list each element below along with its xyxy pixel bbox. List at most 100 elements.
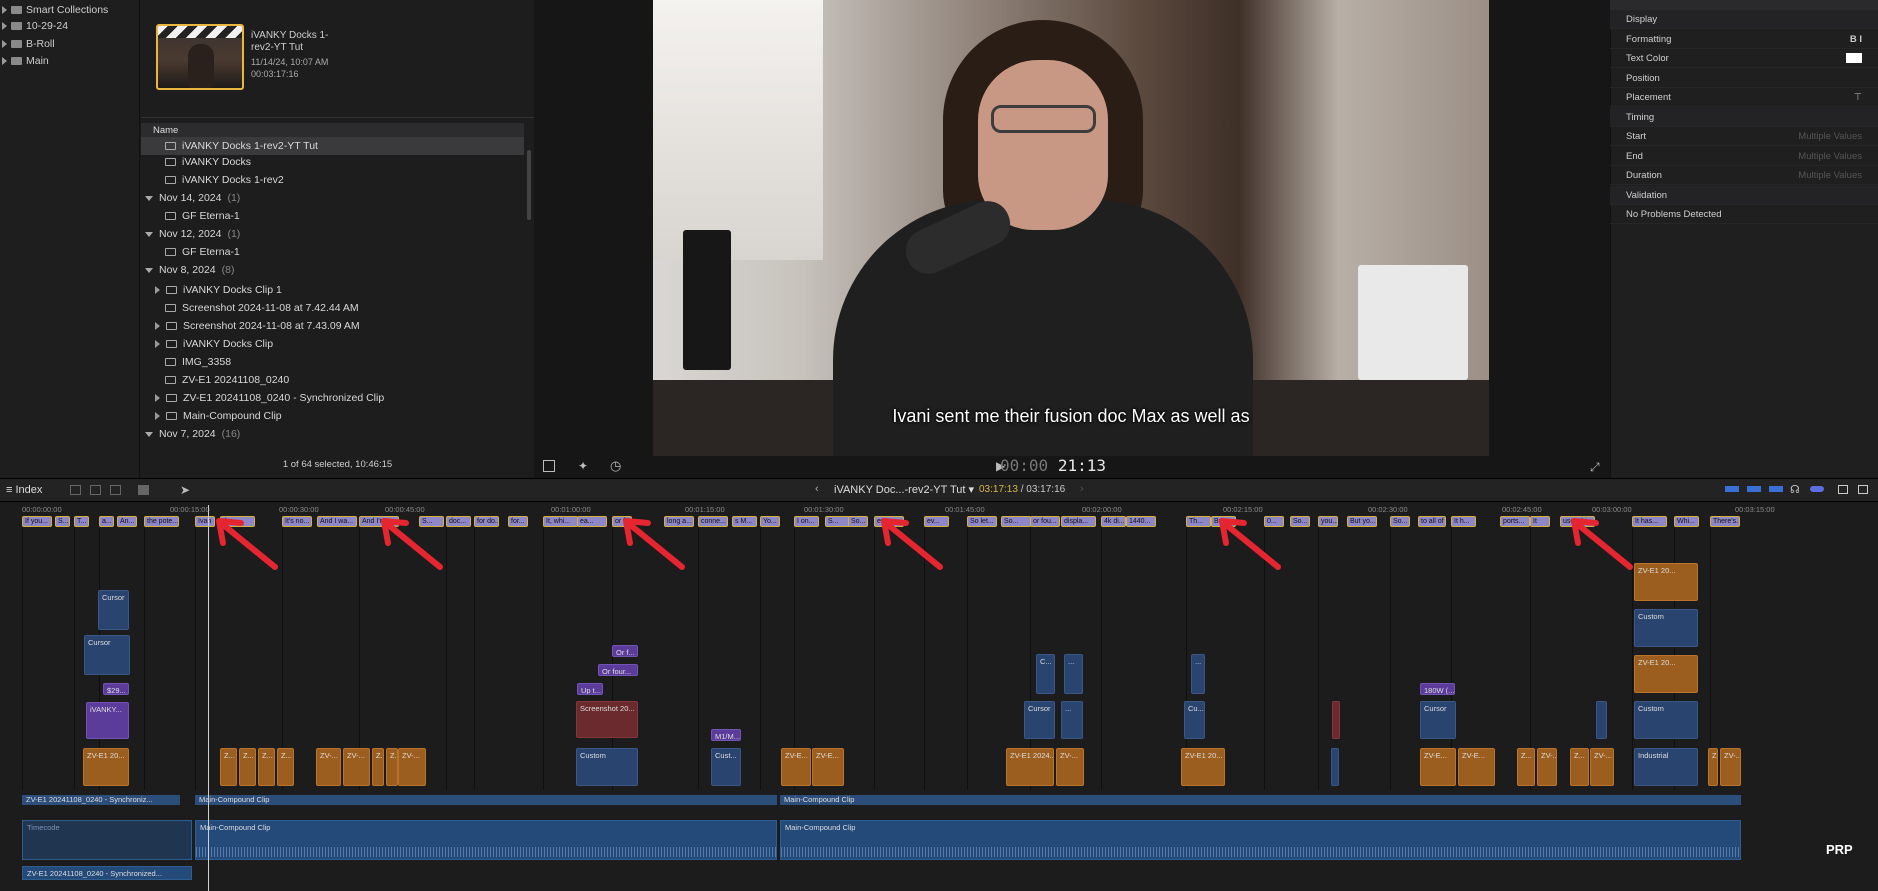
disclosure-triangle-icon[interactable]: [155, 286, 160, 294]
transform-icon[interactable]: [543, 460, 555, 472]
placement-icon[interactable]: ⊤: [1854, 92, 1862, 103]
caption-clip[interactable]: So let...: [967, 516, 997, 527]
caption-clip[interactable]: I on...: [794, 516, 819, 527]
caption-clip[interactable]: There's...: [1710, 516, 1740, 527]
video-clip[interactable]: ZV-...: [316, 748, 341, 786]
viewer-timecode[interactable]: 00:00 21:13: [1000, 456, 1106, 475]
project-title[interactable]: iVANKY Doc...-rev2-YT Tut ▾: [834, 483, 974, 496]
inspector-value[interactable]: Multiple Values: [1798, 151, 1862, 162]
list-item[interactable]: iVANKY Docks 1-rev2: [141, 171, 524, 189]
caption-clip[interactable]: ea...: [577, 516, 607, 527]
caption-clip[interactable]: for...: [508, 516, 528, 527]
title-clip[interactable]: ...: [1191, 654, 1205, 694]
caption-clip[interactable]: S...: [55, 516, 70, 527]
audio-clip[interactable]: Main-Compound Clip: [780, 820, 1741, 860]
caption-clip[interactable]: Ivan: [195, 516, 215, 527]
caption-clip[interactable]: So...: [1290, 516, 1310, 527]
caption-clip[interactable]: conne...: [698, 516, 728, 527]
title-clip[interactable]: Cursor: [98, 590, 129, 630]
disclosure-triangle-icon[interactable]: [155, 340, 160, 348]
list-item[interactable]: IMG_3358: [141, 353, 524, 371]
index-button[interactable]: ≡ Index: [6, 484, 42, 496]
caption-clip[interactable]: 1440...: [1126, 516, 1156, 527]
list-item[interactable]: ZV-E1 20241108_0240 - Synchronized Clip: [141, 389, 524, 407]
bold-italic-buttons[interactable]: B I: [1850, 34, 1862, 45]
video-clip[interactable]: Z...: [220, 748, 237, 786]
effects-browser-icon[interactable]: [1858, 485, 1868, 494]
caption-clip[interactable]: ports...: [1500, 516, 1530, 527]
clip-overwrite-icon[interactable]: [110, 485, 121, 495]
inspector-timing[interactable]: Timing: [1610, 108, 1878, 127]
forward-icon[interactable]: ›: [1080, 483, 1084, 495]
disclosure-triangle-icon[interactable]: [2, 6, 7, 14]
title-clip[interactable]: $29...: [103, 683, 129, 695]
title-clip[interactable]: Or four...: [598, 664, 638, 676]
title-clip[interactable]: ...: [1064, 654, 1083, 694]
inspector-value[interactable]: Multiple Values: [1798, 131, 1862, 142]
video-clip[interactable]: ZV-...: [1056, 748, 1084, 786]
caption-clip[interactable]: or fou...: [1030, 516, 1060, 527]
video-clip[interactable]: Z...: [1570, 748, 1589, 786]
date-group[interactable]: Nov 8, 2024 (8): [141, 261, 524, 279]
title-clip[interactable]: C...: [1036, 654, 1055, 694]
inspector-formatting[interactable]: Formatting B I: [1610, 30, 1878, 49]
list-item[interactable]: GF Eterna-1: [141, 243, 524, 261]
disclosure-triangle-icon[interactable]: [145, 231, 153, 237]
video-clip[interactable]: ZV-...: [1537, 748, 1557, 786]
primary-storyline-clip[interactable]: ZV-E1 20241108_0240 - Synchroniz...: [22, 795, 180, 805]
video-clip[interactable]: ZV-...: [1720, 748, 1741, 786]
headphones-icon[interactable]: ☊: [1790, 483, 1800, 496]
caption-clip[interactable]: But yo...: [1347, 516, 1377, 527]
inspector-position[interactable]: Position: [1610, 69, 1878, 88]
caption-clip[interactable]: It, whi...: [543, 516, 578, 527]
video-clip[interactable]: ZV-E1 20...: [1634, 655, 1698, 693]
inspector-end[interactable]: End Multiple Values: [1610, 147, 1878, 166]
date-group[interactable]: Nov 7, 2024 (16): [141, 425, 524, 443]
title-clip[interactable]: Custom: [1634, 609, 1698, 647]
caption-clip[interactable]: S...: [825, 516, 850, 527]
project-thumbnail[interactable]: [156, 24, 244, 90]
primary-storyline-clip[interactable]: Main-Compound Clip: [780, 795, 1741, 805]
caption-clip[interactable]: Yo...: [760, 516, 780, 527]
video-clip[interactable]: ZV-...: [1590, 748, 1614, 786]
video-clip[interactable]: ZV-E...: [1458, 748, 1495, 786]
title-clip[interactable]: 180W (...: [1420, 683, 1455, 695]
list-item[interactable]: iVANKY Docks: [141, 153, 524, 171]
caption-clip[interactable]: to all of yo...: [1418, 516, 1446, 527]
title-clip[interactable]: ...: [1061, 701, 1083, 739]
video-clip[interactable]: ZV-E1 20...: [1634, 563, 1698, 601]
caption-clip[interactable]: the pote...: [144, 516, 179, 527]
title-clip[interactable]: Cu...: [1184, 701, 1205, 739]
enhance-wand-icon[interactable]: ✦: [578, 459, 588, 473]
image-clip[interactable]: Screenshot 20...: [576, 701, 638, 738]
title-clip[interactable]: Industrial: [1634, 748, 1698, 786]
video-clip[interactable]: ZV-E1 2024...: [1006, 748, 1054, 786]
list-item[interactable]: Screenshot 2024-11-08 at 7.43.09 AM: [141, 317, 524, 335]
disclosure-triangle-icon[interactable]: [145, 431, 153, 437]
select-tool-icon[interactable]: ➤: [180, 483, 190, 497]
title-clip[interactable]: Custom: [1634, 701, 1698, 739]
sidebar-item-10-29-24[interactable]: 10-29-24: [2, 18, 68, 34]
inspector-start[interactable]: Start Multiple Values: [1610, 127, 1878, 146]
inspector-duration[interactable]: Duration Multiple Values: [1610, 166, 1878, 185]
clip-connect-icon[interactable]: [90, 485, 101, 495]
caption-clip[interactable]: for do...: [474, 516, 499, 527]
inspector-placement[interactable]: Placement ⊤: [1610, 88, 1878, 107]
caption-clip[interactable]: 4k di...: [1101, 516, 1126, 527]
image-clip[interactable]: iVANKY...: [86, 702, 129, 739]
fullscreen-icon[interactable]: ⤢: [1590, 460, 1600, 475]
video-clip[interactable]: ZV-E1 20...: [1181, 748, 1225, 786]
video-clip[interactable]: Z...: [239, 748, 256, 786]
browser-scrollbar[interactable]: [527, 150, 531, 220]
caption-clip[interactable]: displa...: [1061, 516, 1096, 527]
browser-divider[interactable]: [141, 117, 534, 118]
video-clip[interactable]: ZV-E...: [812, 748, 844, 786]
sidebar-item-b-roll[interactable]: B-Roll: [2, 36, 55, 52]
list-item[interactable]: Screenshot 2024-11-08 at 7.42.44 AM: [141, 299, 524, 317]
title-clip[interactable]: M1/M...: [711, 729, 741, 741]
video-clip[interactable]: ZV-E...: [1420, 748, 1456, 786]
video-clip[interactable]: Z...: [386, 748, 398, 786]
title-clip[interactable]: Cust...: [711, 748, 741, 786]
video-clip[interactable]: Z...: [277, 748, 294, 786]
audio-clip[interactable]: Main-Compound Clip: [195, 820, 777, 860]
